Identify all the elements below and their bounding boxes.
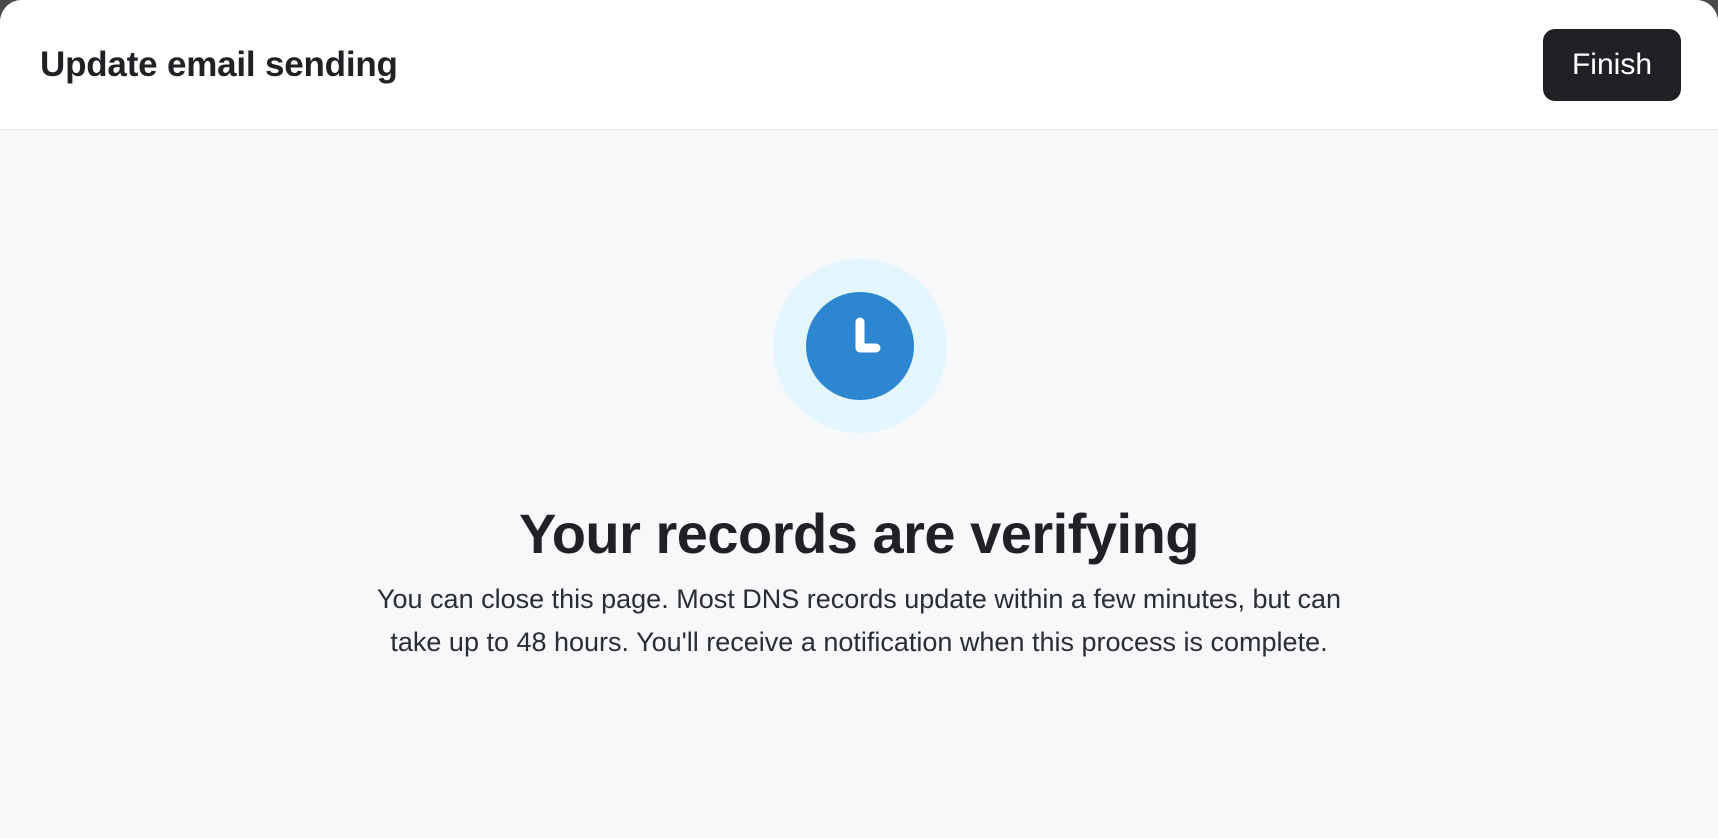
status-description: You can close this page. Most DNS record… xyxy=(376,584,1342,657)
status-content: Your records are verifying You can close… xyxy=(0,490,1718,664)
modal-header: Update email sending Finish xyxy=(0,0,1718,130)
status-headline: Your records are verifying xyxy=(519,502,1200,565)
verification-modal: Update email sending Finish Your records… xyxy=(0,0,1718,838)
finish-button[interactable]: Finish xyxy=(1543,29,1681,101)
page-title: Update email sending xyxy=(40,45,398,84)
clock-icon xyxy=(773,259,947,433)
